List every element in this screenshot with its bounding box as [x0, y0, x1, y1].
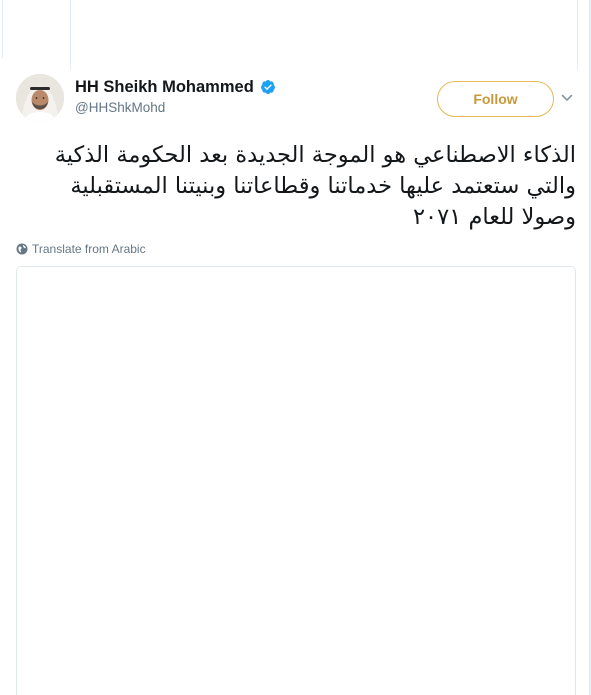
avatar[interactable] — [16, 74, 64, 122]
author-fullname[interactable]: HH Sheikh Mohammed — [75, 76, 254, 98]
tweet-text: الذكاء الاصطناعي هو الموجة الجديدة بعد ا… — [54, 142, 576, 230]
author-handle[interactable]: @HHShkMohd — [75, 99, 276, 117]
divider — [577, 0, 578, 70]
divider — [2, 0, 3, 58]
follow-button[interactable]: Follow — [437, 81, 554, 117]
author-info[interactable]: HH Sheikh Mohammed @HHShkMohd — [75, 76, 276, 117]
chevron-down-icon[interactable] — [560, 91, 574, 105]
media-card[interactable] — [16, 266, 576, 695]
translate-label[interactable]: Translate from Arabic — [32, 242, 146, 256]
profile-photo-icon — [16, 74, 64, 122]
tweet-card: HH Sheikh Mohammed @HHShkMohd Follow الذ… — [0, 70, 589, 695]
tweet-page: HH Sheikh Mohammed @HHShkMohd Follow الذ… — [0, 0, 591, 695]
divider — [70, 0, 71, 70]
translate-link[interactable]: Translate from Arabic — [16, 242, 146, 256]
globe-icon — [16, 243, 28, 255]
previous-card-frame — [0, 0, 591, 70]
verified-badge-icon — [260, 79, 276, 95]
